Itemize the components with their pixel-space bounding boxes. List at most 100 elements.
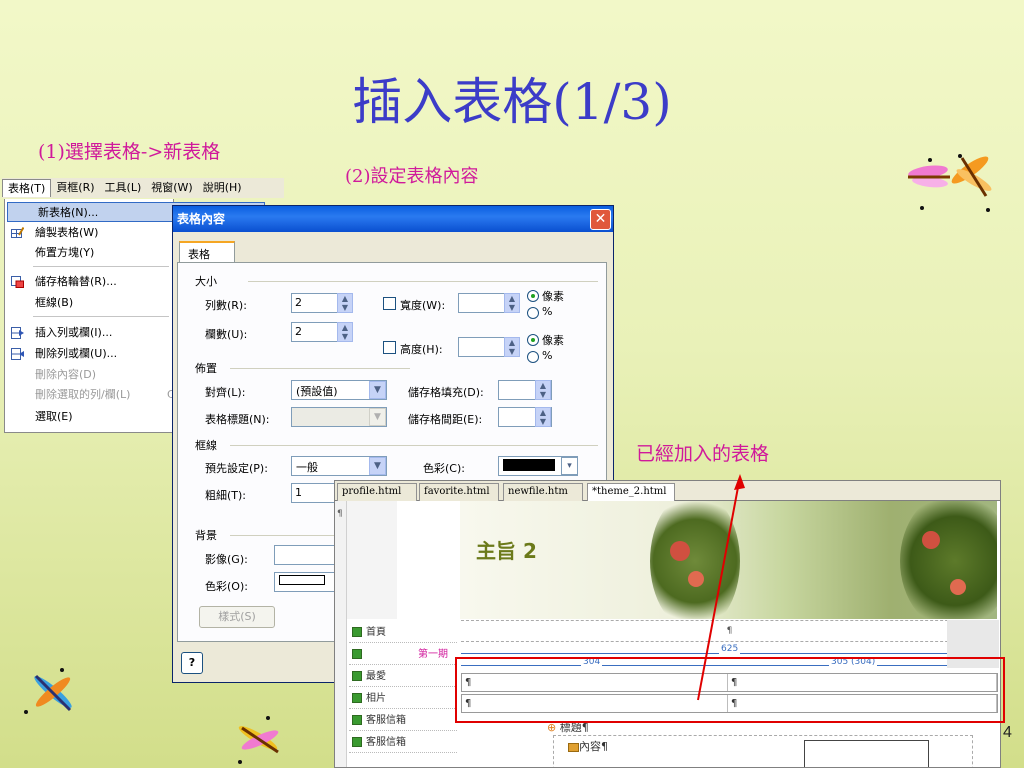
thickness-label: 粗細(T): bbox=[205, 489, 247, 502]
dragonfly-icon bbox=[908, 154, 992, 212]
menu-frame[interactable]: 頁框(R) bbox=[51, 179, 99, 197]
sidebar-label: 第一期 bbox=[418, 649, 448, 660]
rows-value: 2 bbox=[295, 296, 302, 309]
chevron-down-icon[interactable]: ▼ bbox=[369, 381, 386, 399]
page-number: 4 bbox=[1003, 724, 1012, 741]
width-spinner[interactable]: ▲ ▼ bbox=[504, 293, 520, 313]
sidebar-label: 客服信箱 bbox=[366, 737, 406, 748]
cols-label: 欄數(U): bbox=[205, 328, 248, 341]
tab-table[interactable]: 表格 bbox=[179, 241, 235, 263]
spacing-label: 儲存格間距(E): bbox=[408, 413, 483, 426]
menu-item-select[interactable]: 選取(E) bbox=[5, 407, 173, 427]
help-button[interactable]: ? bbox=[181, 652, 203, 674]
sidebar-label: 首頁 bbox=[366, 627, 386, 638]
sidebar-label: 客服信箱 bbox=[366, 715, 406, 726]
menu-help[interactable]: 說明(H) bbox=[198, 179, 247, 197]
menu-item-label: 刪除選取的列/欄(L) bbox=[35, 388, 131, 401]
vine-decoration bbox=[900, 501, 997, 619]
thickness-value: 1 bbox=[295, 486, 302, 499]
design-view: 首頁 第一期 最愛 相片 客服信箱 客服信箱 主旨 2 ¶ 625 304 30… bbox=[347, 501, 1000, 767]
menu-item-delete-row[interactable]: 刪除列或欄(U)... bbox=[5, 344, 173, 364]
menu-window[interactable]: 視窗(W) bbox=[146, 179, 197, 197]
sidebar-item-photos[interactable]: 相片 bbox=[349, 689, 457, 709]
slide-title: 插入表格(1/3) bbox=[352, 73, 672, 131]
sidebar-item-mailbox-2[interactable]: 客服信箱 bbox=[349, 733, 457, 753]
tab-theme2[interactable]: *theme_2.html bbox=[587, 483, 675, 502]
tab-newfile[interactable]: newfile.htm bbox=[503, 483, 583, 501]
cols-value: 2 bbox=[295, 325, 302, 338]
color-swatch bbox=[503, 459, 555, 471]
editor-window: profile.html favorite.html newfile.htm *… bbox=[334, 480, 1001, 768]
image-input[interactable] bbox=[274, 545, 338, 565]
height-spinner[interactable]: ▲ ▼ bbox=[504, 337, 520, 357]
align-value: (預設值) bbox=[296, 385, 338, 398]
banner-title: 主旨 2 bbox=[476, 539, 537, 563]
preset-label: 預先設定(P): bbox=[205, 462, 268, 475]
vertical-ruler: ¶ bbox=[335, 501, 347, 767]
bullet-icon bbox=[352, 693, 362, 703]
padding-spinner[interactable]: ▲ ▼ bbox=[535, 380, 551, 400]
bullet-icon bbox=[352, 671, 362, 681]
chevron-down-icon[interactable]: ▼ bbox=[369, 457, 386, 475]
step2-caption: (2)設定表格內容 bbox=[345, 166, 479, 187]
preset-value: 一般 bbox=[296, 461, 318, 474]
height-checkbox[interactable] bbox=[383, 341, 396, 354]
menu-item-label: 選取(E) bbox=[35, 410, 73, 423]
menu-item-label: 刪除列或欄(U)... bbox=[35, 347, 118, 360]
rose-decoration bbox=[688, 571, 704, 587]
height-pixel-radio[interactable] bbox=[527, 334, 539, 346]
chevron-down-icon: ▼ bbox=[369, 408, 386, 426]
menu-item-border[interactable]: 框線(B) bbox=[5, 293, 173, 313]
rose-decoration bbox=[950, 579, 966, 595]
sidebar-item-favorite[interactable]: 最愛 bbox=[349, 667, 457, 687]
menu-item-insert-row[interactable]: 插入列或欄(I)... bbox=[5, 323, 173, 343]
bullet-icon bbox=[352, 737, 362, 747]
menu-item-cell-rotate[interactable]: 儲存格輪替(R)... bbox=[5, 272, 173, 292]
height-percent-label: % bbox=[542, 349, 553, 362]
width-percent-label: % bbox=[542, 305, 553, 318]
table-dropdown-menu: 新表格(N)... 繪製表格(W) 佈置方塊(Y) 儲存格輪替(R)... 框線… bbox=[4, 199, 265, 433]
cell-rotate-icon bbox=[11, 276, 24, 288]
sidebar-item-mailbox[interactable]: 客服信箱 bbox=[349, 711, 457, 731]
menu-bar: 表格(T) 頁框(R) 工具(L) 視窗(W) 說明(H) bbox=[2, 178, 284, 198]
width-percent-radio[interactable] bbox=[527, 307, 539, 319]
close-icon[interactable]: ✕ bbox=[590, 209, 611, 230]
cols-spinner[interactable]: ▲ ▼ bbox=[337, 322, 353, 342]
tab-profile[interactable]: profile.html bbox=[337, 483, 417, 501]
menu-item-label: 框線(B) bbox=[35, 296, 74, 309]
dragonfly-icon bbox=[238, 716, 279, 764]
width-checkbox[interactable] bbox=[383, 297, 396, 310]
menu-item-layout-box[interactable]: 佈置方塊(Y) bbox=[5, 243, 173, 263]
rows-spinner[interactable]: ▲ ▼ bbox=[337, 293, 353, 313]
insert-row-icon bbox=[11, 327, 24, 339]
content-text: 內容¶ bbox=[579, 740, 608, 753]
nav-row: ¶ bbox=[461, 620, 998, 642]
tab-favorite[interactable]: favorite.html bbox=[419, 483, 499, 501]
spacing-spinner[interactable]: ▲ ▼ bbox=[535, 407, 551, 427]
vine-decoration bbox=[650, 501, 740, 619]
width-pixel-radio[interactable] bbox=[527, 290, 539, 302]
dialog-title: 表格內容 bbox=[177, 212, 226, 226]
bullet-icon bbox=[352, 649, 362, 659]
rows-label: 列數(R): bbox=[205, 299, 247, 312]
menu-item-draw-table[interactable]: 繪製表格(W) bbox=[5, 223, 173, 243]
sidebar-item-issue1[interactable]: 第一期 bbox=[349, 645, 457, 665]
menu-item-label: 新表格(N)... bbox=[38, 206, 99, 219]
height-percent-radio[interactable] bbox=[527, 351, 539, 363]
dragonfly-icon bbox=[24, 668, 72, 714]
bg-color-picker[interactable] bbox=[274, 572, 338, 592]
style-button[interactable]: 樣式(S) bbox=[199, 606, 275, 628]
menu-item-label: 佈置方塊(Y) bbox=[35, 246, 95, 259]
menu-separator bbox=[33, 316, 169, 317]
delete-row-icon bbox=[11, 348, 24, 360]
padding-label: 儲存格填充(D): bbox=[408, 386, 484, 399]
background-group-label: 背景 bbox=[195, 529, 217, 542]
sidebar-item-home[interactable]: 首頁 bbox=[349, 623, 457, 643]
highlight-box bbox=[455, 657, 1005, 723]
bullet-icon bbox=[352, 627, 362, 637]
chevron-down-icon[interactable]: ▾ bbox=[561, 457, 578, 475]
menu-table[interactable]: 表格(T) bbox=[2, 179, 52, 197]
group-divider bbox=[230, 535, 340, 536]
menu-tools[interactable]: 工具(L) bbox=[100, 179, 147, 197]
banner-image: 主旨 2 bbox=[460, 501, 997, 619]
